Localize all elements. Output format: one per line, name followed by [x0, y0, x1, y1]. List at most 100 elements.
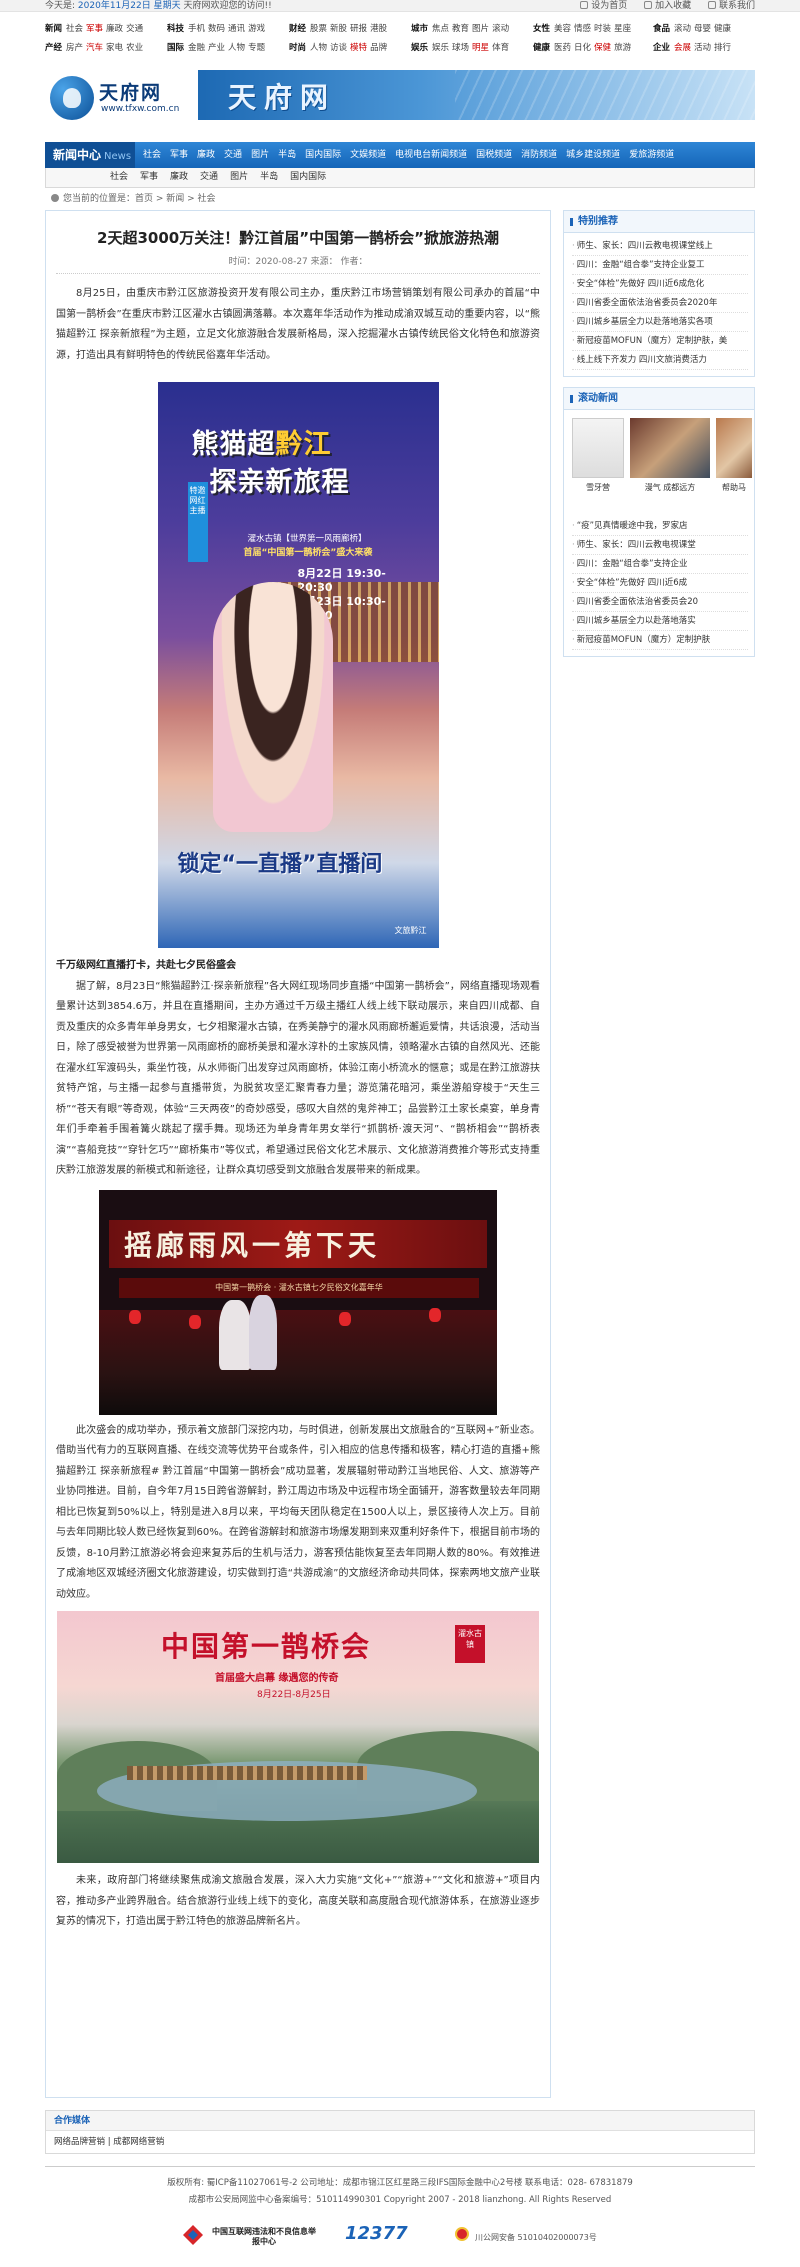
channel-link[interactable]: 焦点 — [432, 24, 449, 34]
contact-link[interactable]: 联系我们 — [707, 1, 755, 11]
channel-link[interactable]: 产业 — [208, 43, 225, 53]
scroll-news-item[interactable]: 四川城乡基层全力以赴落地落实 — [572, 612, 748, 631]
channel-link[interactable]: 星座 — [614, 24, 631, 34]
nav-item[interactable]: 国内国际 — [305, 150, 341, 160]
set-homepage-link[interactable]: 设为首页 — [580, 1, 627, 11]
channel-link[interactable]: 日化 — [574, 43, 591, 53]
nav-item[interactable]: 消防频道 — [521, 150, 557, 160]
channel-link[interactable]: 娱乐 — [432, 43, 449, 53]
recommend-item[interactable]: 新冠疫苗MOFUN（魔方）定制护肤，美 — [572, 332, 748, 351]
report-center-logo[interactable]: 中国互联网违法和不良信息举报中心 — [181, 2219, 321, 2251]
channel-head[interactable]: 新闻 — [45, 24, 62, 34]
thumbnail[interactable]: 帮助马 — [716, 418, 752, 492]
channel-link[interactable]: 访谈 — [330, 43, 347, 53]
nav-item[interactable]: 社会 — [143, 150, 161, 160]
scroll-news-item[interactable]: 师生、家长：四川云教电视课堂 — [572, 536, 748, 555]
thumbnail-caption[interactable]: 漫气 成都远方 — [630, 482, 710, 493]
channel-link[interactable]: 母婴 — [694, 24, 711, 34]
channel-head[interactable]: 娱乐 — [411, 43, 428, 53]
set-homepage-label[interactable]: 设为首页 — [591, 1, 627, 11]
scroll-news-item[interactable]: “疫”见真情暖途中我，罗家店 — [572, 517, 748, 536]
recommend-item[interactable]: 四川：金融“组合拳”支持企业复工 — [572, 256, 748, 275]
channel-link[interactable]: 滚动 — [674, 24, 691, 34]
channel-link[interactable]: 活动 — [694, 43, 711, 53]
channel-link[interactable]: 军事 — [86, 24, 103, 34]
channel-head[interactable]: 企业 — [653, 43, 670, 53]
channel-link[interactable]: 健康 — [714, 24, 731, 34]
police-record-logo[interactable]: 川公网安备 51010402000073号 — [455, 2219, 615, 2251]
nav-item[interactable]: 图片 — [251, 150, 269, 160]
thumbnail-caption[interactable]: 雪牙营 — [572, 482, 624, 493]
nav-item[interactable]: 文娱频道 — [350, 150, 386, 160]
channel-link[interactable]: 港股 — [370, 24, 387, 34]
channel-link[interactable]: 农业 — [126, 43, 143, 53]
add-favorite-link[interactable]: 加入收藏 — [644, 1, 691, 11]
channel-link[interactable]: 人物 — [228, 43, 245, 53]
channel-link[interactable]: 金融 — [188, 43, 205, 53]
channel-link[interactable]: 股票 — [310, 24, 327, 34]
recommend-item[interactable]: 四川城乡基层全力以赴落地落实各项 — [572, 313, 748, 332]
nav-item[interactable]: 爱旅游频道 — [629, 150, 674, 160]
recommend-item[interactable]: 线上线下齐发力 四川文旅消费活力 — [572, 351, 748, 370]
channel-link[interactable]: 数码 — [208, 24, 225, 34]
channel-link[interactable]: 情感 — [574, 24, 591, 34]
subnav-item[interactable]: 国内国际 — [290, 172, 326, 182]
subnav-item[interactable]: 交通 — [200, 172, 218, 182]
contact-label[interactable]: 联系我们 — [719, 1, 755, 11]
recommend-item[interactable]: 安全“体检”先做好 四川近6成危化 — [572, 275, 748, 294]
channel-link[interactable]: 球场 — [452, 43, 469, 53]
thumbnail[interactable]: 漫气 成都远方 — [630, 418, 710, 492]
scroll-news-item[interactable]: 安全“体检”先做好 四川近6成 — [572, 574, 748, 593]
nav-item[interactable]: 电视电台新闻频道 — [395, 150, 467, 160]
recommend-item[interactable]: 师生、家长：四川云教电视课堂线上 — [572, 237, 748, 256]
channel-link[interactable]: 游戏 — [248, 24, 265, 34]
channel-link[interactable]: 旅游 — [614, 43, 631, 53]
channel-head[interactable]: 国际 — [167, 43, 184, 53]
channel-head[interactable]: 财经 — [289, 24, 306, 34]
channel-link[interactable]: 交通 — [126, 24, 143, 34]
nav-item[interactable]: 城乡建设频道 — [566, 150, 620, 160]
channel-link[interactable]: 明星 — [472, 43, 489, 53]
channel-link[interactable]: 会展 — [674, 43, 691, 53]
thumbnail-caption[interactable]: 帮助马 — [716, 482, 752, 493]
channel-head[interactable]: 城市 — [411, 24, 428, 34]
channel-link[interactable]: 社会 — [66, 24, 83, 34]
channel-link[interactable]: 教育 — [452, 24, 469, 34]
channel-link[interactable]: 研报 — [350, 24, 367, 34]
channel-link[interactable]: 滚动 — [492, 24, 509, 34]
channel-head[interactable]: 时尚 — [289, 43, 306, 53]
subnav-item[interactable]: 廉政 — [170, 172, 188, 182]
channel-link[interactable]: 专题 — [248, 43, 265, 53]
hotline-logo[interactable]: 12377 — [345, 2219, 415, 2251]
cooperation-links[interactable]: 网络品牌营销 | 成都网络营销 — [46, 2131, 754, 2153]
thumbnail[interactable]: 雪牙营 — [572, 418, 624, 492]
breadcrumb-text[interactable]: 您当前的位置是：首页 > 新闻 > 社会 — [63, 194, 216, 204]
channel-head[interactable]: 健康 — [533, 43, 550, 53]
channel-link[interactable]: 手机 — [188, 24, 205, 34]
nav-item[interactable]: 廉政 — [197, 150, 215, 160]
recommend-item[interactable]: 四川省委全面依法治省委员会2020年 — [572, 294, 748, 313]
nav-item[interactable]: 国税频道 — [476, 150, 512, 160]
scroll-news-item[interactable]: 新冠疫苗MOFUN（魔方）定制护肤 — [572, 631, 748, 650]
channel-link[interactable]: 体育 — [492, 43, 509, 53]
channel-link[interactable]: 汽车 — [86, 43, 103, 53]
nav-item[interactable]: 军事 — [170, 150, 188, 160]
subnav-item[interactable]: 军事 — [140, 172, 158, 182]
channel-link[interactable]: 品牌 — [370, 43, 387, 53]
channel-head[interactable]: 科技 — [167, 24, 184, 34]
subnav-item[interactable]: 半岛 — [260, 172, 278, 182]
channel-link[interactable]: 医药 — [554, 43, 571, 53]
channel-link[interactable]: 房产 — [66, 43, 83, 53]
channel-link[interactable]: 新股 — [330, 24, 347, 34]
channel-link[interactable]: 通讯 — [228, 24, 245, 34]
channel-link[interactable]: 廉政 — [106, 24, 123, 34]
channel-link[interactable]: 图片 — [472, 24, 489, 34]
channel-head[interactable]: 产经 — [45, 43, 62, 53]
add-favorite-label[interactable]: 加入收藏 — [655, 1, 691, 11]
channel-link[interactable]: 人物 — [310, 43, 327, 53]
channel-head[interactable]: 食品 — [653, 24, 670, 34]
subnav-item[interactable]: 社会 — [110, 172, 128, 182]
scroll-news-item[interactable]: 四川省委全面依法治省委员会20 — [572, 593, 748, 612]
nav-item[interactable]: 交通 — [224, 150, 242, 160]
nav-item[interactable]: 半岛 — [278, 150, 296, 160]
